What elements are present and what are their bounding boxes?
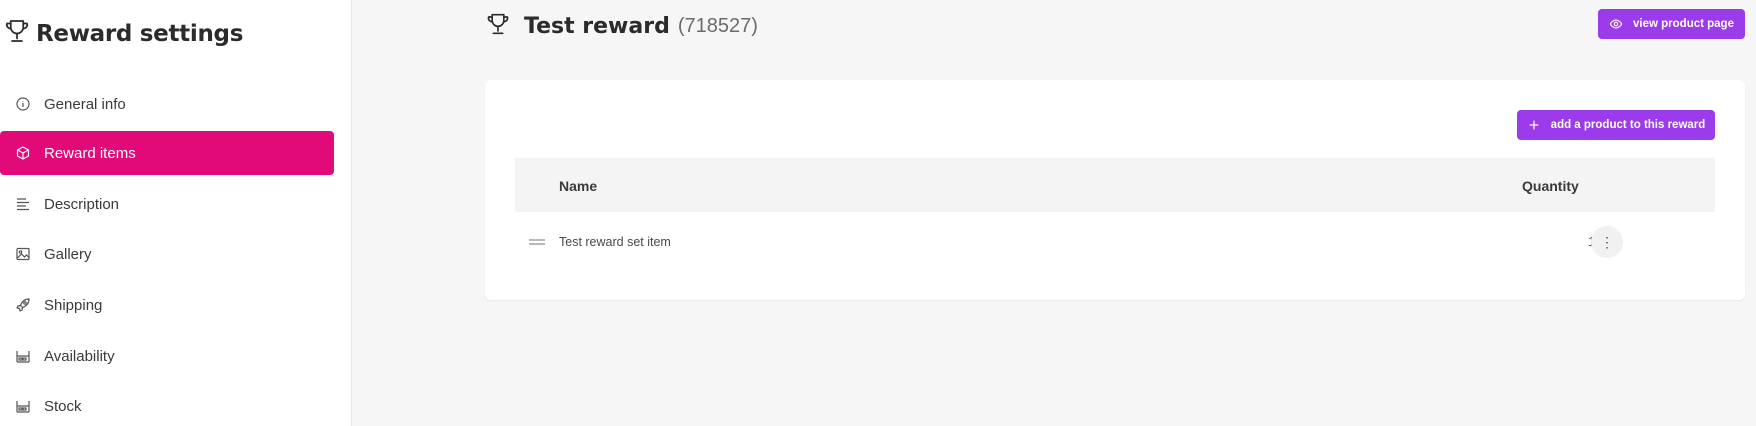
trophy-icon bbox=[484, 10, 524, 43]
sidebar-item-label: Stock bbox=[44, 397, 82, 415]
page-title: Test reward bbox=[524, 14, 670, 39]
sidebar-item-stock[interactable]: Stock bbox=[0, 384, 334, 426]
table-row: Test reward set item 1 ⋮ bbox=[515, 222, 1715, 262]
sidebar-item-availability[interactable]: Availability bbox=[0, 334, 334, 378]
plus-icon bbox=[1529, 120, 1539, 130]
sidebar-item-general-info[interactable]: General info bbox=[0, 82, 334, 126]
item-name: Test reward set item bbox=[559, 235, 671, 249]
add-product-button[interactable]: add a product to this reward bbox=[1517, 110, 1715, 140]
trophy-icon bbox=[2, 16, 32, 51]
sidebar-item-label: Description bbox=[44, 195, 120, 213]
text-lines-icon bbox=[14, 195, 32, 213]
view-product-page-label: view product page bbox=[1633, 18, 1734, 30]
more-vertical-icon[interactable]: ⋮ bbox=[1591, 226, 1623, 258]
sidebar-title: Reward settings bbox=[36, 20, 244, 47]
sidebar-item-label: Shipping bbox=[44, 296, 103, 314]
sidebar-item-shipping[interactable]: Shipping bbox=[0, 283, 334, 327]
sidebar-item-gallery[interactable]: Gallery bbox=[0, 232, 334, 276]
sidebar-item-label: General info bbox=[44, 95, 126, 113]
rocket-icon bbox=[14, 296, 32, 314]
sidebar-item-description[interactable]: Description bbox=[0, 182, 334, 226]
stock-icon bbox=[14, 397, 32, 415]
table-header: Name Quantity bbox=[515, 158, 1715, 212]
view-product-page-button[interactable]: view product page bbox=[1598, 9, 1745, 39]
page-header: Test reward (718527) bbox=[484, 10, 758, 43]
eye-icon bbox=[1609, 19, 1623, 29]
sidebar-item-label: Reward items bbox=[44, 144, 136, 162]
calendar-bar-icon bbox=[14, 347, 32, 365]
sidebar-item-reward-items[interactable]: Reward items bbox=[0, 131, 334, 175]
column-header-name: Name bbox=[559, 178, 598, 194]
column-header-quantity: Quantity bbox=[1522, 178, 1579, 194]
image-icon bbox=[14, 245, 32, 263]
info-icon bbox=[14, 95, 32, 113]
add-product-label: add a product to this reward bbox=[1550, 119, 1706, 131]
sidebar: Reward settings General info Reward item… bbox=[0, 0, 352, 426]
drag-handle-icon[interactable] bbox=[529, 239, 545, 245]
box-icon bbox=[14, 144, 32, 162]
sidebar-header: Reward settings bbox=[2, 16, 243, 51]
sidebar-item-label: Availability bbox=[44, 347, 115, 365]
reward-id: (718527) bbox=[677, 15, 758, 37]
sidebar-item-label: Gallery bbox=[44, 245, 92, 263]
